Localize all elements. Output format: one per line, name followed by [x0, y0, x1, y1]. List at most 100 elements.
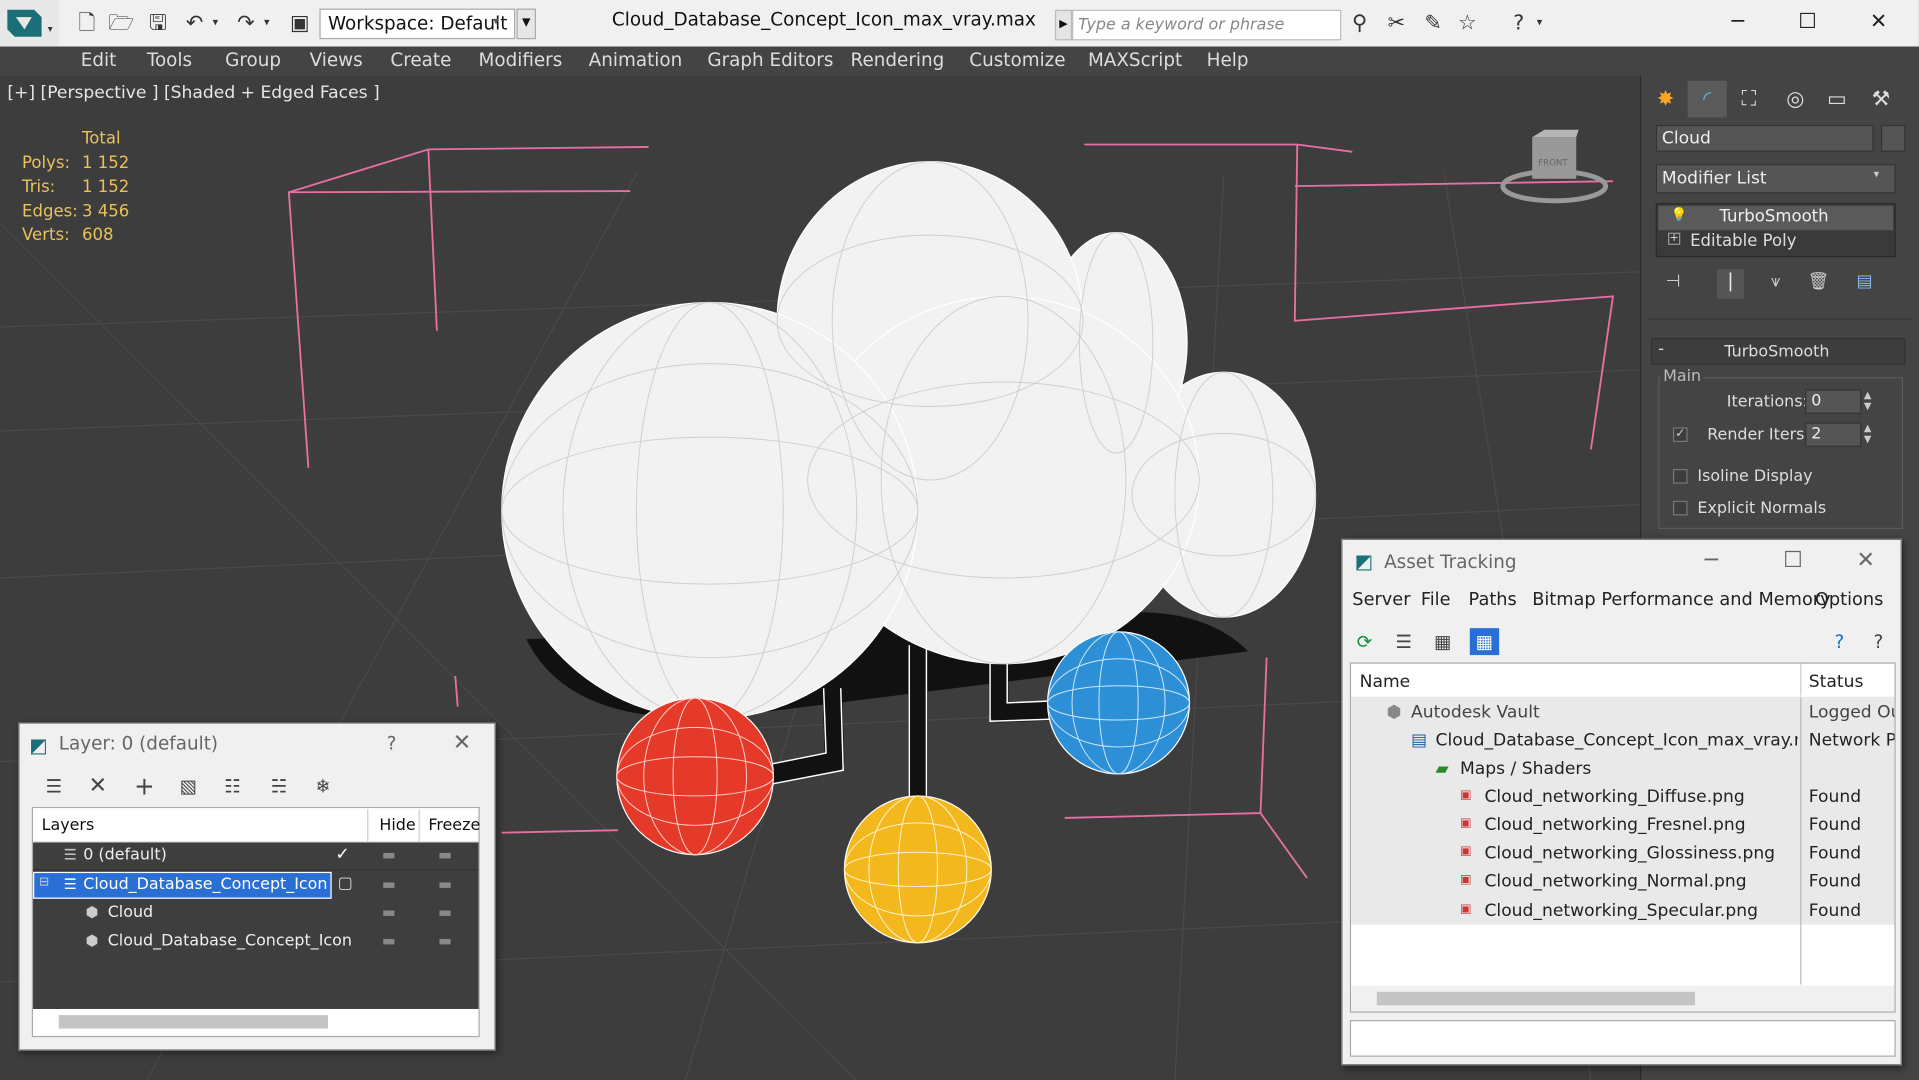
menu-edit[interactable]: Edit — [81, 49, 117, 71]
asset-name[interactable]: Cloud_networking_Normal.png — [1484, 872, 1746, 892]
pin-stack-icon[interactable]: ⊣ — [1666, 272, 1681, 292]
tools-icon[interactable]: ✂ — [1383, 10, 1410, 37]
scrollbar-thumb[interactable] — [58, 1015, 328, 1029]
asset-close-button[interactable]: ✕ — [1857, 547, 1875, 573]
help-icon[interactable]: ? — [1505, 10, 1532, 37]
render-iters-spinner[interactable]: ▲ ▼ — [1864, 422, 1872, 444]
list-view-icon[interactable]: ☰ — [1389, 628, 1418, 655]
maximize-button[interactable]: ☐ — [1783, 6, 1832, 38]
create-tab-icon[interactable]: ✸ — [1646, 81, 1685, 118]
asset-menu-file[interactable]: File — [1421, 590, 1451, 610]
layer-object-name[interactable]: Cloud_Database_Concept_Icon — [108, 932, 352, 950]
layer-name[interactable]: 0 (default) — [83, 846, 167, 864]
redo-icon[interactable]: ↷ — [233, 10, 260, 37]
undo-dropdown-icon[interactable]: ▾ — [208, 10, 223, 37]
communication-icon[interactable]: ✎ — [1420, 10, 1447, 37]
iterations-input[interactable]: 0 — [1805, 389, 1862, 414]
undo-icon[interactable]: ↶ — [181, 10, 208, 37]
menu-graph-editors[interactable]: Graph Editors — [707, 49, 833, 71]
viewport-label[interactable]: [+] [Perspective ] [Shaded + Edged Faces… — [7, 83, 379, 103]
active-layer-check-icon[interactable]: ✓ — [335, 845, 349, 865]
asset-help-icon[interactable]: ? — [1825, 628, 1854, 655]
menu-customize[interactable]: Customize — [969, 49, 1065, 71]
menu-group[interactable]: Group — [225, 49, 281, 71]
menu-rendering[interactable]: Rendering — [851, 49, 945, 71]
add-to-layer-icon[interactable]: + — [130, 773, 159, 800]
workspace-dropdown[interactable]: Workspace: Default — [319, 8, 516, 40]
show-end-result-icon[interactable]: | — [1716, 269, 1744, 299]
menu-animation[interactable]: Animation — [589, 49, 683, 71]
asset-maximize-button[interactable]: ☐ — [1783, 547, 1803, 573]
collapse-icon[interactable]: ⊟ — [39, 876, 49, 889]
search-expand-icon[interactable]: ▶ — [1054, 9, 1073, 41]
search-input[interactable]: Type a keyword or phrase — [1072, 9, 1342, 41]
app-logo[interactable]: ▾ — [0, 0, 59, 47]
hide-toggle[interactable]: ▬ — [382, 904, 396, 921]
select-objects-icon[interactable]: ▧ — [174, 773, 203, 800]
column-freeze[interactable]: Freeze — [428, 817, 480, 835]
thumbnail-view-icon[interactable]: ▦ — [1428, 628, 1457, 655]
scrollbar-thumb[interactable] — [1376, 991, 1695, 1006]
hierarchy-tab-icon[interactable]: ⛶ — [1729, 81, 1768, 118]
refresh-icon[interactable]: ⟳ — [1350, 628, 1379, 655]
column-name[interactable]: Name — [1360, 672, 1411, 692]
open-file-icon[interactable]: 🗁 — [108, 10, 135, 37]
modifier-list-dropdown[interactable]: Modifier List — [1655, 164, 1896, 194]
stack-item-turbosmooth[interactable]: TurboSmooth — [1719, 207, 1828, 227]
close-button[interactable]: ✕ — [1854, 6, 1903, 38]
asset-menu-options[interactable]: Options — [1815, 590, 1883, 610]
delete-layer-icon[interactable]: ✕ — [83, 773, 112, 800]
menu-create[interactable]: Create — [390, 49, 451, 71]
asset-name[interactable]: Cloud_networking_Fresnel.png — [1484, 816, 1745, 836]
modify-tab-icon[interactable]: ◜ — [1687, 80, 1727, 118]
new-file-icon[interactable]: 🗋 — [73, 10, 100, 37]
stack-item-editable-poly[interactable]: Editable Poly — [1690, 231, 1796, 251]
asset-name[interactable]: Cloud_Database_Concept_Icon_max_vray.max — [1436, 731, 1798, 751]
freeze-toggle[interactable]: ▬ — [438, 904, 452, 921]
menu-maxscript[interactable]: MAXScript — [1088, 49, 1182, 71]
layer-name[interactable]: Cloud_Database_Concept_Icon — [83, 876, 327, 894]
asset-name[interactable]: Cloud_networking_Glossiness.png — [1484, 844, 1775, 864]
menu-help[interactable]: Help — [1207, 49, 1249, 71]
explicit-normals-checkbox[interactable] — [1672, 500, 1688, 516]
object-color-swatch[interactable] — [1880, 124, 1906, 152]
asset-name[interactable]: Autodesk Vault — [1411, 703, 1540, 723]
freeze-toggle[interactable]: ▬ — [438, 932, 452, 949]
redo-dropdown-icon[interactable]: ▾ — [259, 10, 274, 37]
workspace-menu-button[interactable]: ▼ — [516, 8, 537, 40]
hide-toggle[interactable]: ▬ — [382, 876, 396, 893]
render-iters-input[interactable]: 2 — [1805, 422, 1862, 447]
render-iters-checkbox[interactable]: ✓ — [1672, 427, 1688, 443]
column-status[interactable]: Status — [1809, 672, 1864, 692]
collapse-icon[interactable]: - — [1658, 340, 1664, 358]
asset-menu-paths[interactable]: Paths — [1469, 590, 1517, 610]
asset-menu-server[interactable]: Server — [1352, 590, 1410, 610]
hide-toggle[interactable]: ▬ — [382, 932, 396, 949]
remove-modifier-icon[interactable]: 🗑 — [1808, 272, 1830, 292]
freeze-toggle[interactable]: ▬ — [438, 876, 452, 893]
project-folder-icon[interactable]: ▣ — [286, 10, 313, 37]
layer-object-name[interactable]: Cloud — [108, 904, 153, 922]
asset-name[interactable]: Cloud_networking_Specular.png — [1484, 901, 1758, 921]
configure-sets-icon[interactable]: ▤ — [1857, 272, 1873, 292]
expand-icon[interactable]: + — [1668, 232, 1681, 245]
asset-path-field[interactable] — [1349, 1020, 1896, 1057]
column-layers[interactable]: Layers — [42, 817, 95, 835]
asset-name[interactable]: Maps / Shaders — [1460, 759, 1591, 779]
hide-all-icon[interactable]: ☵ — [264, 773, 293, 800]
utilities-tab-icon[interactable]: ⚒ — [1861, 81, 1900, 118]
isoline-display-checkbox[interactable] — [1672, 468, 1688, 484]
iterations-spinner[interactable]: ▲ ▼ — [1864, 389, 1872, 411]
display-tab-icon[interactable]: ▭ — [1817, 81, 1856, 118]
make-unique-icon[interactable]: ⩛ — [1771, 272, 1781, 292]
context-help-icon[interactable]: ? — [1864, 628, 1893, 655]
hide-toggle[interactable]: ▬ — [382, 846, 396, 863]
lightbulb-icon[interactable]: 💡 — [1670, 207, 1687, 223]
binoculars-icon[interactable]: ⚲ — [1346, 10, 1373, 37]
menu-tools[interactable]: Tools — [147, 49, 192, 71]
set-active-icon[interactable]: ▢ — [338, 874, 353, 892]
asset-menu-bitmap-performance[interactable]: Bitmap Performance and Memory — [1532, 590, 1830, 610]
highlight-layer-icon[interactable]: ☷ — [218, 773, 247, 800]
favorites-icon[interactable]: ☆ — [1454, 10, 1481, 37]
asset-name[interactable]: Cloud_networking_Diffuse.png — [1484, 787, 1744, 807]
